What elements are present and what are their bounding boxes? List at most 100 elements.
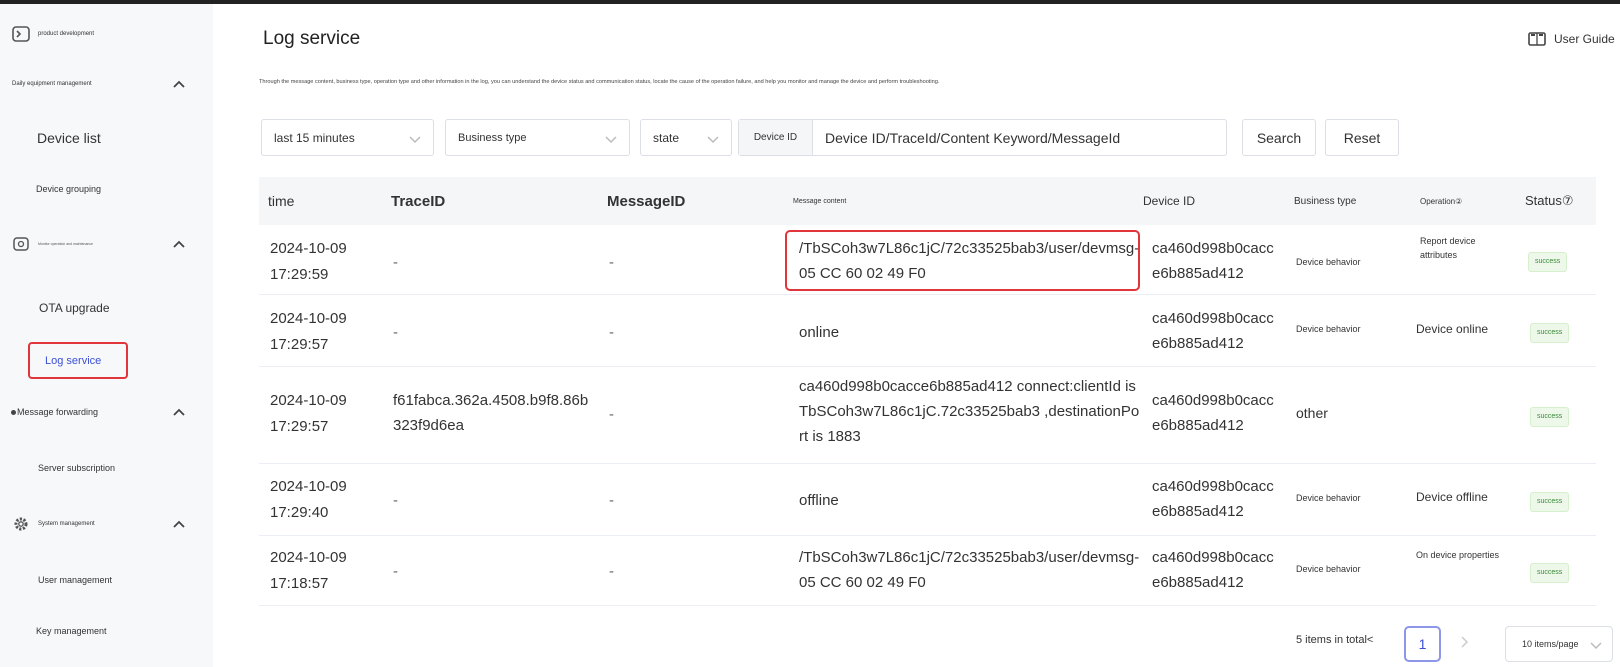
- time-clock: 17:18:57: [270, 575, 329, 592]
- column-header-status: Status⑦: [1525, 193, 1574, 208]
- dashboard-icon: [12, 235, 30, 253]
- time-range-select[interactable]: last 15 minutes: [261, 119, 434, 156]
- business-type-cell: Device behavior: [1296, 493, 1361, 503]
- sidebar-group-label: Daily equipment management: [12, 81, 92, 87]
- sidebar-item-label: Server subscription: [38, 463, 116, 473]
- state-select[interactable]: state: [640, 119, 732, 156]
- trace-id-cell: -: [393, 254, 398, 271]
- message-content-cell: offline: [799, 492, 839, 509]
- table-header: time TraceID MessageID Message content D…: [259, 177, 1596, 225]
- chevron-down-icon: [409, 132, 421, 144]
- operation-cell: On device properties: [1416, 550, 1500, 560]
- sidebar-item-label: Device grouping: [36, 184, 102, 194]
- row-divider: [259, 294, 1596, 295]
- chevron-down-icon: [1590, 639, 1602, 653]
- bullet-icon: [11, 409, 16, 415]
- device-id-cell: ca460d998b0cacce6b885ad412: [1152, 478, 1274, 520]
- book-icon: [1528, 32, 1546, 46]
- chevron-up-icon: [172, 237, 186, 251]
- top-border: [0, 0, 1620, 4]
- sidebar-item-label: OTA upgrade: [39, 301, 110, 315]
- column-header-time: time: [268, 193, 295, 209]
- business-type-select[interactable]: Business type: [445, 119, 630, 156]
- time-clock: 17:29:40: [270, 504, 329, 521]
- message-id-cell: -: [609, 406, 614, 423]
- status-badge: success: [1530, 563, 1570, 583]
- row-divider: [259, 366, 1596, 367]
- chevron-down-icon: [707, 132, 719, 144]
- message-content-cell: online: [799, 324, 840, 341]
- trace-id-cell: -: [393, 563, 398, 580]
- sidebar-group-system-management[interactable]: System management: [0, 514, 213, 534]
- device-id-cell: ca460d998b0cacce6b885ad412: [1152, 549, 1274, 591]
- sidebar-item-user-management[interactable]: User management: [0, 570, 213, 590]
- sidebar-label: product development: [38, 31, 95, 37]
- column-header-message-content: Message content: [793, 197, 847, 205]
- time-clock: 17:29:57: [270, 336, 329, 353]
- business-type-value: Business type: [458, 131, 527, 144]
- page-size-value: 10 items/page: [1522, 639, 1579, 649]
- user-guide-link[interactable]: User Guide: [1528, 32, 1615, 46]
- business-type-cell: other: [1296, 405, 1328, 421]
- user-guide-label: User Guide: [1554, 32, 1615, 46]
- column-header-trace-id: TraceID: [391, 192, 446, 210]
- pagination-total: 5 items in total<: [1296, 634, 1374, 646]
- sidebar-item-label: Key management: [36, 626, 107, 636]
- sidebar-item-label: Log service: [45, 354, 102, 367]
- sidebar-group-label: Monitor operation and maintenance: [38, 242, 94, 246]
- time-date: 2024-10-09: [270, 240, 347, 257]
- page-button-current[interactable]: 1: [1404, 626, 1441, 662]
- page-size-select[interactable]: 10 items/page: [1505, 626, 1613, 662]
- device-id-cell: ca460d998b0cacce6b885ad412: [1152, 240, 1274, 282]
- message-highlight-box: [785, 230, 1140, 291]
- sidebar-group-message-forwarding[interactable]: Message forwarding: [0, 402, 213, 422]
- sidebar-group-monitor[interactable]: Monitor operation and maintenance: [0, 234, 213, 254]
- operation-cell: Report device attributes: [1420, 236, 1476, 260]
- device-id-label: Device ID: [739, 120, 813, 155]
- message-id-cell: -: [609, 563, 614, 580]
- row-divider: [259, 535, 1596, 536]
- chevron-up-icon: [172, 77, 186, 91]
- business-type-cell: Device behavior: [1296, 257, 1361, 267]
- operation-cell: Device online: [1416, 322, 1489, 336]
- operation-cell: Device offline: [1416, 490, 1488, 504]
- device-id-cell: ca460d998b0cacce6b885ad412: [1152, 310, 1274, 352]
- time-date: 2024-10-09: [270, 310, 347, 327]
- time-date: 2024-10-09: [270, 392, 347, 409]
- search-button[interactable]: Search: [1242, 119, 1316, 156]
- sidebar-item-key-management[interactable]: Key management: [0, 621, 213, 641]
- terminal-icon: [12, 25, 30, 43]
- sidebar-group-label: System management: [38, 521, 95, 527]
- sidebar-product-development[interactable]: product development: [0, 24, 213, 44]
- sidebar-item-log-service[interactable]: Log service: [28, 342, 128, 379]
- time-range-value: last 15 minutes: [274, 130, 355, 145]
- chevron-up-icon: [172, 517, 186, 531]
- business-type-cell: Device behavior: [1296, 564, 1361, 574]
- message-content-cell: /TbSCoh3w7L86c1jC/72c33525bab3/user/devm…: [799, 549, 1140, 591]
- time-clock: 17:29:57: [270, 418, 329, 435]
- sidebar-item-device-grouping[interactable]: Device grouping: [0, 179, 213, 199]
- time-date: 2024-10-09: [270, 549, 347, 566]
- column-header-device-id: Device ID: [1143, 194, 1196, 208]
- device-id-cell: ca460d998b0cacce6b885ad412: [1152, 392, 1274, 434]
- chevron-down-icon: [605, 132, 617, 144]
- sidebar-group-daily-equipment[interactable]: Daily equipment management: [0, 74, 213, 94]
- chevron-right-icon[interactable]: [1458, 632, 1472, 652]
- message-id-cell: -: [609, 324, 614, 341]
- business-type-cell: Device behavior: [1296, 324, 1361, 334]
- sidebar-item-ota-upgrade[interactable]: OTA upgrade: [0, 296, 213, 320]
- sidebar-item-server-subscription[interactable]: Server subscription: [0, 458, 213, 478]
- time-clock: 17:29:59: [270, 266, 329, 283]
- trace-id-cell: f61fabca.362a.4508.b9f8.86b323f9d6ea: [393, 392, 589, 434]
- sidebar-item-device-list[interactable]: Device list: [0, 126, 213, 150]
- device-search-group: Device ID: [738, 119, 1227, 156]
- status-badge: success: [1530, 407, 1570, 427]
- sidebar-item-label: User management: [38, 575, 113, 585]
- sidebar: product development Daily equipment mana…: [0, 4, 213, 667]
- time-date: 2024-10-09: [270, 478, 347, 495]
- page-title: Log service: [263, 28, 361, 49]
- sidebar-group-label: Message forwarding: [17, 407, 99, 417]
- reset-button[interactable]: Reset: [1325, 119, 1399, 156]
- search-input[interactable]: [813, 120, 1226, 155]
- status-badge: success: [1530, 323, 1570, 343]
